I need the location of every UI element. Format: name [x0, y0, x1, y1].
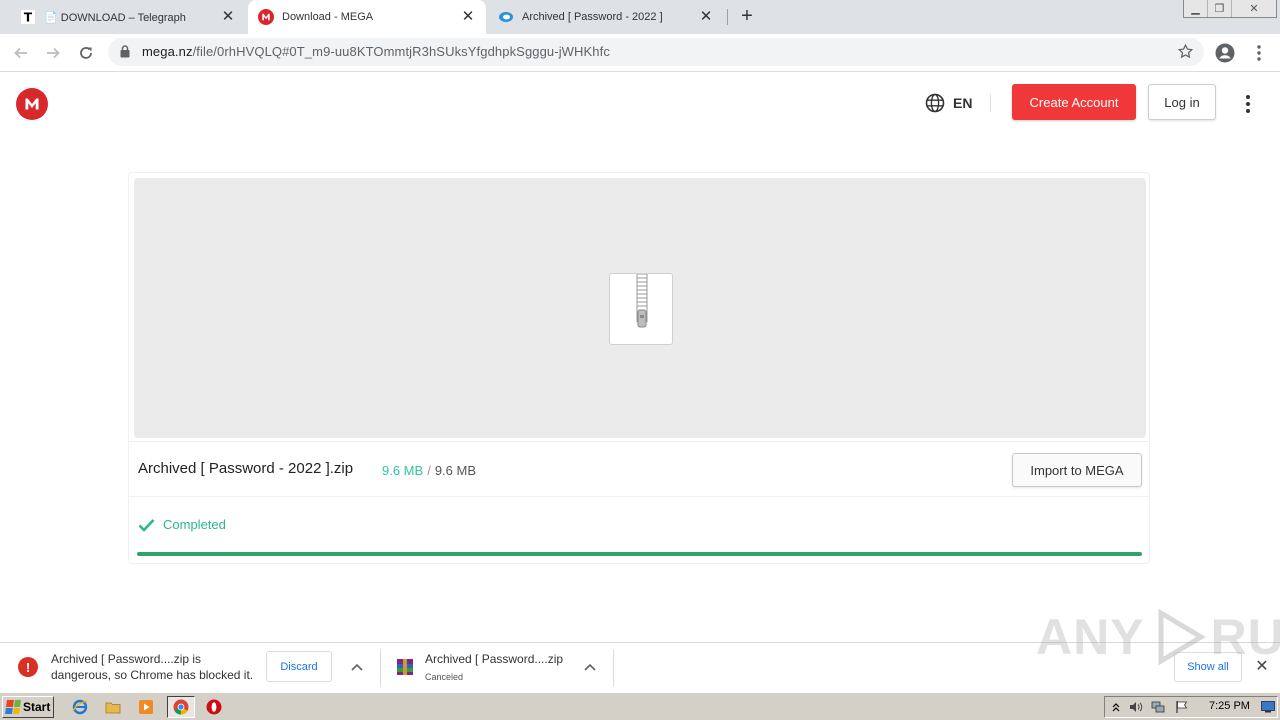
discard-button[interactable]: Discard — [266, 651, 332, 682]
download-divider — [613, 649, 614, 687]
tab-divider — [727, 9, 728, 25]
bookmark-star-icon[interactable] — [1177, 43, 1194, 65]
checkmark-icon — [138, 518, 155, 532]
opera-icon[interactable] — [204, 697, 224, 717]
reload-icon[interactable] — [75, 42, 97, 64]
restore-icon[interactable]: ❐ — [1208, 0, 1232, 17]
tab-mega[interactable]: Download - MEGA ✕ — [248, 0, 486, 34]
canceled-file-name: Archived [ Password....zip — [425, 652, 564, 666]
login-button[interactable]: Log in — [1148, 84, 1216, 120]
tab-telegraph[interactable]: T 📄 DOWNLOAD – Telegraph ✕ — [10, 0, 246, 34]
mega-logo[interactable] — [16, 88, 48, 120]
blocked-line-2: dangerous, so Chrome has blocked it. — [51, 668, 254, 682]
download-status: Completed — [138, 517, 226, 532]
address-bar[interactable]: mega.nz/file/0rhHVQLQ#0T_m9-uu8KTOmmtjR3… — [108, 38, 1204, 66]
create-account-button[interactable]: Create Account — [1012, 84, 1136, 120]
minimize-icon[interactable]: ▁ — [1184, 0, 1208, 17]
tab-title: Download - MEGA — [282, 11, 374, 23]
file-card: Archived [ Password - 2022 ].zip 9.6 MB /… — [128, 172, 1150, 564]
file-explorer-icon[interactable] — [103, 697, 123, 717]
zip-file-icon — [609, 273, 673, 345]
chevron-up-icon[interactable] — [582, 659, 598, 675]
show-desktop-icon[interactable] — [1261, 700, 1275, 714]
profile-avatar-icon[interactable] — [1214, 42, 1236, 64]
size-separator: / — [427, 463, 431, 478]
more-menu-icon[interactable] — [1238, 94, 1258, 114]
telegraph-t-icon: T — [20, 9, 36, 25]
blocked-message: Archived [ Password....zip is dangerous,… — [51, 651, 253, 683]
file-info-row: Archived [ Password - 2022 ].zip 9.6 MB /… — [129, 441, 1149, 497]
header-divider — [990, 94, 991, 112]
show-hidden-icons-icon[interactable] — [1109, 700, 1123, 714]
tab-archived[interactable]: Archived [ Password - 2022 ] ✕ — [488, 0, 724, 34]
warning-icon: ! — [18, 657, 38, 677]
close-window-icon[interactable]: ✕ — [1232, 0, 1276, 17]
file-preview — [134, 178, 1146, 438]
close-downloads-bar-icon[interactable]: ✕ — [1254, 659, 1270, 675]
url-text: mega.nz/file/0rhHVQLQ#0T_m9-uu8KTOmmtjR3… — [142, 44, 610, 59]
close-tab-icon[interactable]: ✕ — [460, 9, 476, 25]
language-selector[interactable]: EN — [925, 93, 972, 113]
lock-icon[interactable] — [120, 45, 130, 63]
progress-fill — [137, 552, 1142, 556]
download-item-blocked[interactable]: ! Archived [ Password....zip is dangerou… — [0, 643, 380, 693]
chrome-menu-icon[interactable] — [1248, 42, 1270, 64]
downloads-bar: ! Archived [ Password....zip is dangerou… — [0, 642, 1280, 692]
system-tray: 7:25 PM — [1104, 696, 1278, 718]
tab-title: Archived [ Password - 2022 ] — [522, 11, 663, 23]
network-icon[interactable] — [1151, 700, 1165, 714]
total-size: 9.6 MB — [434, 463, 476, 478]
close-tab-icon[interactable]: ✕ — [220, 9, 236, 25]
import-to-mega-button[interactable]: Import to MEGA — [1012, 453, 1142, 487]
download-item-canceled[interactable]: Archived [ Password....zip Canceled — [381, 643, 613, 693]
chrome-taskbar-icon[interactable] — [167, 696, 195, 718]
windows-flag-icon — [5, 700, 21, 714]
url-host: mega.nz — [142, 44, 193, 59]
file-name: Archived [ Password - 2022 ].zip — [138, 460, 354, 477]
start-button[interactable]: Start — [2, 696, 54, 718]
windows-taskbar: Start 7:25 PM — [0, 692, 1280, 720]
start-label: Start — [23, 700, 51, 714]
language-label: EN — [953, 95, 973, 111]
window-controls: ▁ ❐ ✕ — [1183, 0, 1277, 18]
cloud-icon — [498, 9, 514, 25]
mega-icon — [258, 9, 274, 25]
status-label: Completed — [163, 517, 226, 532]
browser-toolbar: mega.nz/file/0rhHVQLQ#0T_m9-uu8KTOmmtjR3… — [0, 34, 1280, 72]
blocked-line-1: Archived [ Password....zip is — [51, 652, 202, 666]
internet-explorer-icon[interactable] — [70, 697, 90, 717]
globe-icon — [925, 93, 945, 113]
close-tab-icon[interactable]: ✕ — [698, 9, 714, 25]
downloaded-size: 9.6 MB — [382, 463, 424, 478]
svg-text:T: T — [24, 11, 33, 25]
show-all-downloads-button[interactable]: Show all — [1174, 652, 1242, 682]
progress-bar — [137, 552, 1142, 556]
url-path: /file/0rhHVQLQ#0T_m9-uu8KTOmmtjR3hSUksYf… — [192, 44, 610, 59]
back-arrow-icon[interactable] — [10, 42, 32, 64]
winrar-archive-icon — [396, 658, 414, 681]
tab-title: 📄 DOWNLOAD – Telegraph — [44, 11, 186, 24]
tab-strip: T 📄 DOWNLOAD – Telegraph ✕ Download - ME… — [0, 0, 1280, 34]
new-tab-button[interactable]: + — [737, 6, 757, 27]
action-center-flag-icon[interactable] — [1175, 700, 1189, 714]
canceled-status: Canceled — [425, 672, 464, 682]
chevron-up-icon[interactable] — [349, 659, 365, 675]
volume-icon[interactable] — [1129, 700, 1143, 714]
media-player-icon[interactable] — [136, 697, 156, 717]
mega-m-icon — [25, 98, 39, 110]
file-size: 9.6 MB/9.6 MB — [382, 463, 476, 478]
forward-arrow-icon[interactable] — [42, 42, 64, 64]
clock: 7:25 PM — [1209, 700, 1250, 712]
